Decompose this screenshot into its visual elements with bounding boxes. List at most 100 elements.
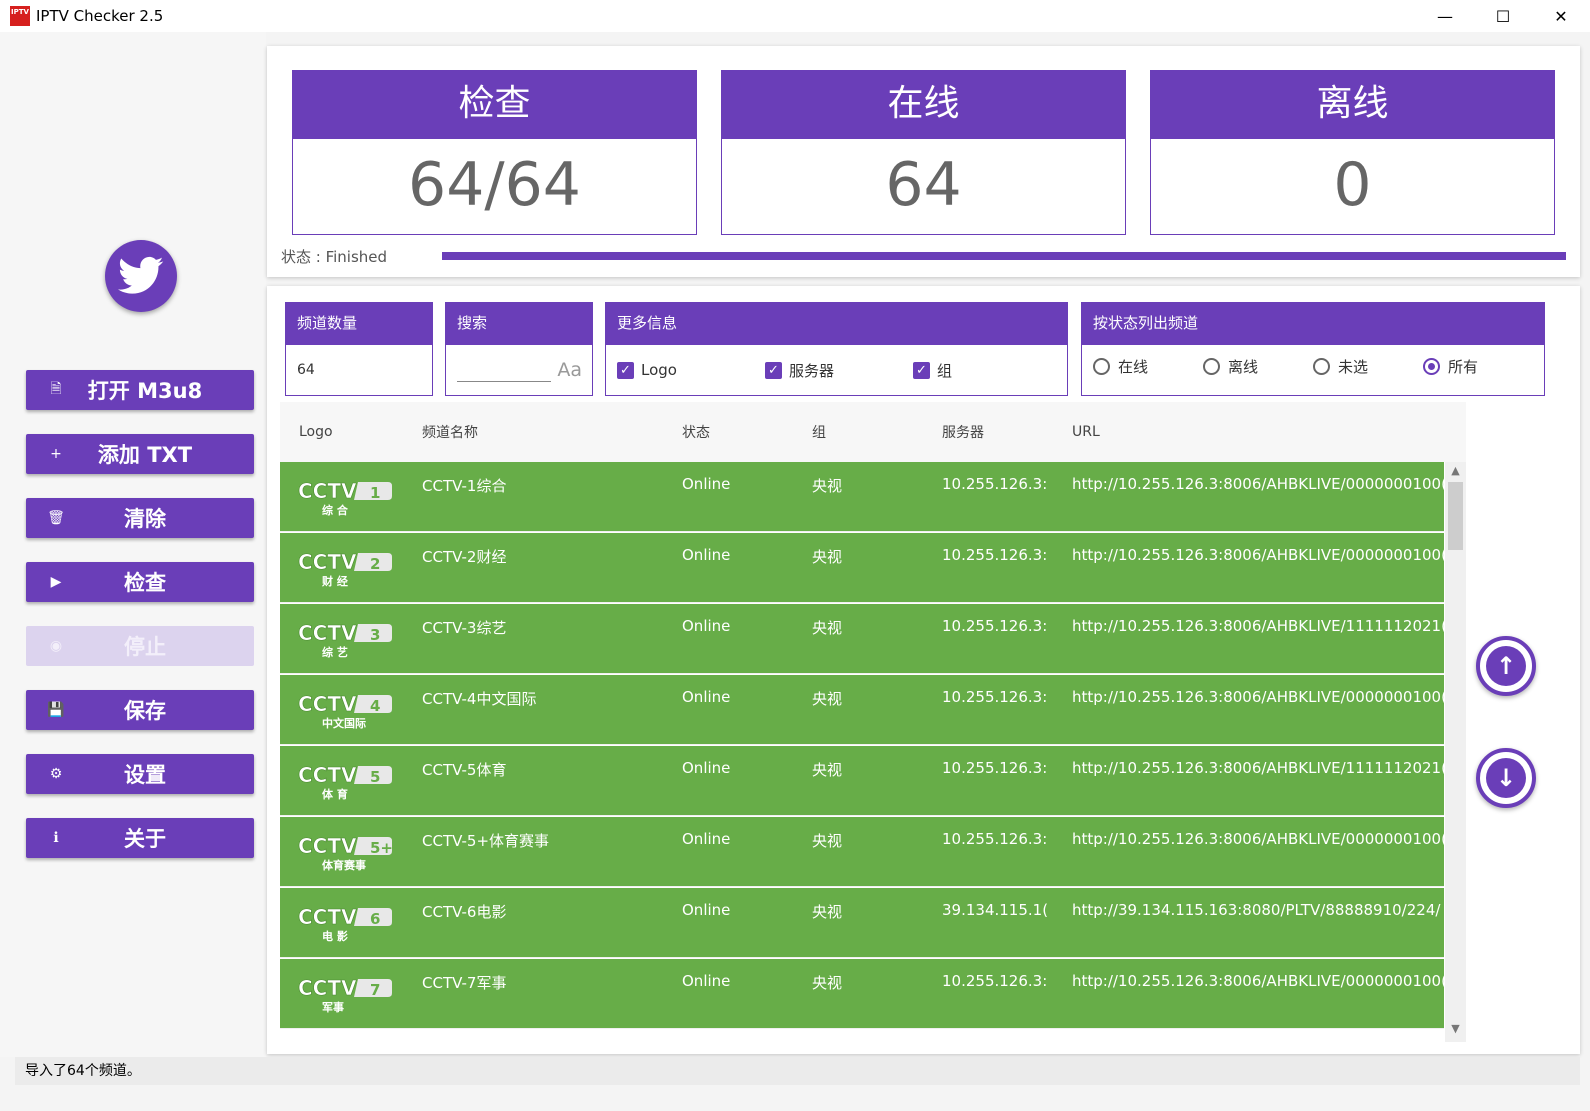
sidebar: 🗎 打开 M3u8 + 添加 TXT 🗑 清除 ▶ 检查 ◉ 停止 💾 保存 ⚙ 设置 ℹ 关于 xyxy=(0,32,266,1057)
logo-subtitle: 体 育 xyxy=(322,787,348,801)
offline-stat: 离线 0 xyxy=(1150,70,1555,235)
play-icon: ▶ xyxy=(50,574,62,590)
channel-server: 10.255.126.3: xyxy=(942,546,1048,564)
search-panel: 搜索 Aa xyxy=(445,302,593,396)
match-case-icon[interactable]: Aa xyxy=(557,359,582,381)
channel-group: 央视 xyxy=(812,903,843,921)
channel-name: CCTV-2财经 xyxy=(422,548,507,566)
col-server[interactable]: 服务器 xyxy=(942,422,984,442)
scroll-up-icon[interactable]: ▲ xyxy=(1448,464,1463,482)
table-row[interactable]: CCTV 7 军事 CCTV-7军事 Online 央视 10.255.126.3: http… xyxy=(280,959,1447,1029)
col-logo[interactable]: Logo xyxy=(299,424,333,440)
online-stat: 在线 64 xyxy=(721,70,1126,235)
scroll-thumb[interactable] xyxy=(1448,482,1463,550)
col-url[interactable]: URL xyxy=(1072,424,1100,440)
channel-status: Online xyxy=(682,617,731,635)
scroll-bottom-button[interactable]: ↓ xyxy=(1476,748,1536,808)
logo-number: 7 xyxy=(370,981,380,999)
table-row[interactable]: CCTV 4 中文国际 CCTV-4中文国际 Online 央视 10.255.126.3:… xyxy=(280,675,1447,745)
channel-logo: CCTV 3 综 艺 xyxy=(298,620,392,660)
scroll-down-icon[interactable]: ▼ xyxy=(1448,1022,1463,1040)
channel-server: 10.255.126.3: xyxy=(942,475,1048,493)
search-input[interactable] xyxy=(457,358,552,382)
add-txt-button[interactable]: + 添加 TXT xyxy=(26,434,254,474)
col-group[interactable]: 组 xyxy=(812,422,826,442)
table-row[interactable]: CCTV 3 综 艺 CCTV-3综艺 Online 央视 10.255.126.3: htt… xyxy=(280,604,1447,674)
svg-text:CCTV: CCTV xyxy=(298,479,357,503)
save-button[interactable]: 💾 保存 xyxy=(26,690,254,730)
channel-server: 10.255.126.3: xyxy=(942,617,1048,635)
stop-button[interactable]: ◉ 停止 xyxy=(26,626,254,666)
radio-all[interactable]: 所有 xyxy=(1423,356,1478,377)
logo-subtitle: 综 艺 xyxy=(322,645,348,659)
file-icon: 🗎 xyxy=(50,381,62,397)
channel-count-header: 频道数量 xyxy=(286,303,432,345)
plus-icon: + xyxy=(50,446,62,462)
channel-url: http://39.134.115.163:8080/PLTV/88888910… xyxy=(1072,901,1441,919)
svg-text:CCTV: CCTV xyxy=(298,621,357,645)
twitter-bird-icon xyxy=(118,256,164,294)
channel-logo: CCTV 6 电 影 xyxy=(298,904,392,944)
svg-text:CCTV: CCTV xyxy=(298,550,357,574)
server-checkbox[interactable]: ✓ 服务器 xyxy=(765,360,913,381)
channel-group: 央视 xyxy=(812,761,843,779)
open-m3u8-button[interactable]: 🗎 打开 M3u8 xyxy=(26,370,254,410)
channel-count-panel: 频道数量 64 xyxy=(285,302,433,396)
check-stat: 检查 64/64 xyxy=(292,70,697,235)
channel-group: 央视 xyxy=(812,619,843,637)
logo-subtitle: 军事 xyxy=(322,1000,344,1014)
channel-group: 央视 xyxy=(812,690,843,708)
app-icon: IPTV xyxy=(10,6,30,26)
table-row[interactable]: CCTV 2 财 经 CCTV-2财经 Online 央视 10.255.126.3: htt… xyxy=(280,533,1447,603)
clear-button[interactable]: 🗑 清除 xyxy=(26,498,254,538)
status-label: 状态 : Finished xyxy=(281,248,388,266)
table-scrollbar[interactable]: ▲ ▼ xyxy=(1445,462,1466,1042)
check-stat-value: 64/64 xyxy=(408,150,581,220)
trash-icon: 🗑 xyxy=(47,510,65,526)
more-info-header: 更多信息 xyxy=(606,303,1067,345)
logo-number: 6 xyxy=(370,910,380,928)
logo-subtitle: 电 影 xyxy=(322,929,348,943)
info-icon: ℹ xyxy=(53,830,59,846)
stop-icon: ◉ xyxy=(49,638,63,654)
table-row[interactable]: CCTV 5 体 育 CCTV-5体育 Online 央视 10.255.126.3: htt… xyxy=(280,746,1447,816)
stats-card: 检查 64/64 在线 64 离线 0 状态 : Finished xyxy=(267,46,1580,277)
col-status[interactable]: 状态 xyxy=(682,422,710,442)
status-bar: 导入了64个频道。 xyxy=(15,1057,1580,1085)
group-checkbox[interactable]: ✓ 组 xyxy=(913,360,952,381)
channel-url: http://10.255.126.3:8006/AHBKLIVE/000000… xyxy=(1072,972,1447,990)
channel-logo: CCTV 5+ 体育赛事 xyxy=(298,833,393,873)
settings-button[interactable]: ⚙ 设置 xyxy=(26,754,254,794)
radio-offline[interactable]: 离线 xyxy=(1203,356,1313,377)
logo-number: 5 xyxy=(370,768,380,786)
window-title: IPTV Checker 2.5 xyxy=(36,7,164,25)
gear-icon: ⚙ xyxy=(49,766,63,782)
table-row[interactable]: CCTV 5+ 体育赛事 CCTV-5+体育赛事 Online 央视 10.255.126.… xyxy=(280,817,1447,887)
minimize-button[interactable]: — xyxy=(1416,0,1474,32)
check-button[interactable]: ▶ 检查 xyxy=(26,562,254,602)
channel-name: CCTV-1综合 xyxy=(422,477,507,495)
check-stat-label: 检查 xyxy=(293,71,696,139)
logo-subtitle: 中文国际 xyxy=(322,716,366,730)
status-filter-header: 按状态列出频道 xyxy=(1082,303,1544,345)
twitter-avatar[interactable] xyxy=(105,240,177,312)
radio-online[interactable]: 在线 xyxy=(1093,356,1203,377)
logo-number: 2 xyxy=(370,555,380,573)
channel-url: http://10.255.126.3:8006/AHBKLIVE/111111… xyxy=(1072,759,1447,777)
table-row[interactable]: CCTV 6 电 影 CCTV-6电影 Online 央视 39.134.115.1(htt… xyxy=(280,888,1444,958)
col-name[interactable]: 频道名称 xyxy=(422,422,478,442)
channel-name: CCTV-6电影 xyxy=(422,903,507,921)
channel-count-value: 64 xyxy=(297,362,315,378)
radio-unselected[interactable]: 未选 xyxy=(1313,356,1423,377)
channel-table: Logo 频道名称 状态 组 服务器 URL CCTV 1 综 合 CCTV-1综合 O… xyxy=(280,402,1466,1042)
scroll-top-button[interactable]: ↑ xyxy=(1476,636,1536,696)
close-button[interactable]: ✕ xyxy=(1532,0,1590,32)
logo-number: 3 xyxy=(370,626,380,644)
offline-stat-value: 0 xyxy=(1333,150,1372,220)
table-row[interactable]: CCTV 1 综 合 CCTV-1综合 Online 央视 10.255.126.3: htt… xyxy=(280,462,1447,532)
about-button[interactable]: ℹ 关于 xyxy=(26,818,254,858)
title-bar: IPTV IPTV Checker 2.5 — ☐ ✕ xyxy=(0,0,1590,32)
channel-logo: CCTV 2 财 经 xyxy=(298,549,392,589)
maximize-button[interactable]: ☐ xyxy=(1474,0,1532,32)
logo-checkbox[interactable]: ✓ Logo xyxy=(617,361,765,379)
